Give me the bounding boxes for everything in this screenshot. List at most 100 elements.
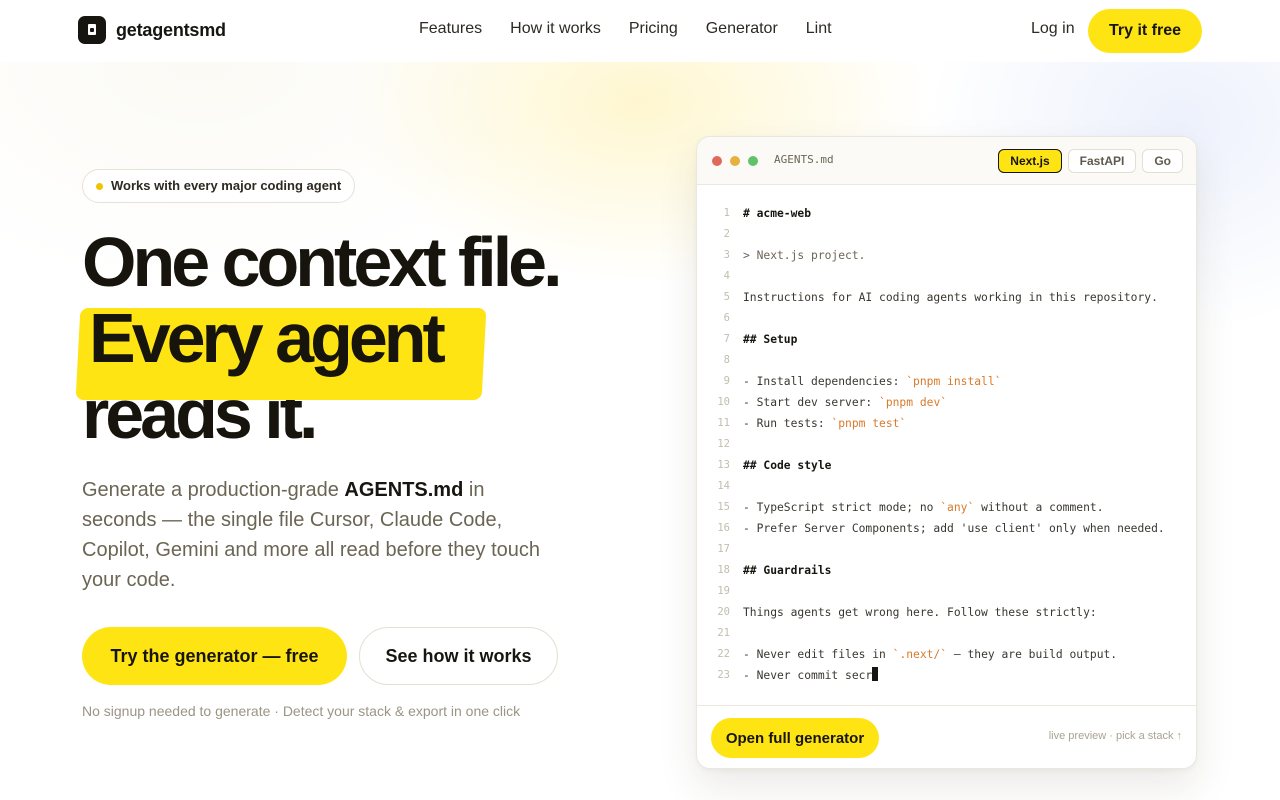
code-text-last: - Never commit secr xyxy=(743,669,873,682)
editor-footer: Open full generator live preview · pick … xyxy=(697,705,1196,768)
line-number: 15 xyxy=(717,501,730,513)
line-number: 12 xyxy=(717,438,730,450)
badge-label: Works with every major coding agent xyxy=(111,178,342,193)
subtitle-filename: AGENTS.md xyxy=(344,479,464,501)
code-line: 16 - Prefer Server Components; add 'use c… xyxy=(697,518,1196,539)
stack-tab-nextjs[interactable]: Next.js xyxy=(998,149,1062,173)
logo-icon xyxy=(78,16,106,44)
line-number: 22 xyxy=(717,648,730,660)
code-text: - Never edit files in `.next/` — they ar… xyxy=(743,648,1118,661)
code-line: 6 xyxy=(697,308,1196,329)
window-close-dot-icon xyxy=(712,156,722,166)
code-line: 4 xyxy=(697,266,1196,287)
headline-line-2: Every agent xyxy=(89,299,446,377)
code-text: > Next.js project. xyxy=(743,249,866,262)
status-dot-icon xyxy=(96,183,103,190)
code-line: 21 xyxy=(697,623,1196,644)
line-number: 20 xyxy=(717,606,730,618)
line-number: 14 xyxy=(717,480,730,492)
code-text: ## Guardrails xyxy=(743,564,832,577)
code-line: 2 xyxy=(697,224,1196,245)
line-number: 3 xyxy=(723,249,730,261)
line-number: 5 xyxy=(723,291,730,303)
line-number: 8 xyxy=(723,354,730,366)
highlight-box: Every agent xyxy=(75,299,487,400)
editor-preview-card: AGENTS.md Next.js FastAPI Go 1 # acme-web… xyxy=(696,136,1197,769)
code-line: 18 ## Guardrails xyxy=(697,560,1196,581)
code-text: Instructions for AI coding agents workin… xyxy=(743,291,1158,304)
line-number: 4 xyxy=(723,270,730,282)
try-generator-button[interactable]: Try the generator — free xyxy=(82,627,347,685)
preview-hint: live preview · pick a stack ↑ xyxy=(1048,730,1182,742)
editor-filename: AGENTS.md xyxy=(774,153,834,166)
line-number: 17 xyxy=(717,543,730,555)
hero-subtitle: Generate a production-grade AGENTS.md in… xyxy=(82,475,562,595)
nav-link-lint[interactable]: Lint xyxy=(806,20,832,38)
headline-line-2-wrapper: Every agent xyxy=(75,299,559,400)
nav-link-generator[interactable]: Generator xyxy=(706,20,778,38)
code-text: ## Code style xyxy=(743,459,832,472)
nav-link-features[interactable]: Features xyxy=(419,20,482,38)
line-number: 2 xyxy=(723,228,730,240)
nav-link-pricing[interactable]: Pricing xyxy=(629,20,678,38)
code-text: - Never commit secr xyxy=(730,665,879,686)
stack-tabs: Next.js FastAPI Go xyxy=(998,149,1183,173)
editor-titlebar: AGENTS.md Next.js FastAPI Go xyxy=(697,137,1196,185)
line-number: 16 xyxy=(717,522,730,534)
line-number: 9 xyxy=(723,375,730,387)
code-line: 20 Things agents get wrong here. Follow t… xyxy=(697,602,1196,623)
code-text: # acme-web xyxy=(743,207,812,220)
hero-headline: One context file. Every agent reads it. xyxy=(75,224,563,452)
text-cursor-icon xyxy=(872,667,879,681)
code-preview: 1 # acme-web 2 3 > Next.js project. 4 5 Instruc… xyxy=(697,203,1196,686)
code-line: 23 - Never commit secr xyxy=(697,665,1196,686)
fine-print: No signup needed to generate · Detect yo… xyxy=(82,703,521,719)
line-number: 10 xyxy=(717,396,730,408)
code-line: 9 - Install dependencies: `pnpm install` xyxy=(697,371,1196,392)
compatibility-badge: Works with every major coding agent xyxy=(82,169,356,203)
code-line: 7 ## Setup xyxy=(697,329,1196,350)
code-line: 22 - Never edit files in `.next/` — they … xyxy=(697,644,1196,665)
code-line: 1 # acme-web xyxy=(697,203,1196,224)
window-minimize-dot-icon xyxy=(730,156,740,166)
line-number: 19 xyxy=(717,585,730,597)
code-line: 15 - TypeScript strict mode; no `any` wit… xyxy=(697,497,1196,518)
see-how-it-works-button[interactable]: See how it works xyxy=(359,627,558,685)
code-line: 14 xyxy=(697,476,1196,497)
line-number: 23 xyxy=(717,669,730,681)
brand-logo[interactable]: getagentsmd xyxy=(78,16,226,44)
open-full-generator-button[interactable]: Open full generator xyxy=(711,718,879,758)
line-number: 21 xyxy=(717,627,730,639)
code-text: - Run tests: `pnpm test` xyxy=(743,417,907,430)
code-line: 19 xyxy=(697,581,1196,602)
code-line: 11 - Run tests: `pnpm test` xyxy=(697,413,1196,434)
login-link[interactable]: Log in xyxy=(1031,20,1075,38)
code-text: - Start dev server: `pnpm dev` xyxy=(743,396,948,409)
line-number: 7 xyxy=(723,333,730,345)
try-it-free-button[interactable]: Try it free xyxy=(1088,9,1202,53)
nav-links: Features How it works Pricing Generator … xyxy=(419,20,832,38)
subtitle-text-pre: Generate a production-grade xyxy=(82,479,345,501)
code-line: 10 - Start dev server: `pnpm dev` xyxy=(697,392,1196,413)
stack-tab-go[interactable]: Go xyxy=(1142,149,1183,173)
line-number: 18 xyxy=(717,564,730,576)
line-number: 6 xyxy=(723,312,730,324)
stack-tab-fastapi[interactable]: FastAPI xyxy=(1067,149,1137,173)
code-line: 5 Instructions for AI coding agents worki… xyxy=(697,287,1196,308)
window-maximize-dot-icon xyxy=(748,156,758,166)
top-nav: getagentsmd Features How it works Pricin… xyxy=(0,0,1280,62)
code-text: Things agents get wrong here. Follow the… xyxy=(743,606,1097,619)
nav-link-how-it-works[interactable]: How it works xyxy=(510,20,601,38)
code-line: 3 > Next.js project. xyxy=(697,245,1196,266)
code-text: ## Setup xyxy=(743,333,798,346)
code-line: 8 xyxy=(697,350,1196,371)
code-line: 17 xyxy=(697,539,1196,560)
